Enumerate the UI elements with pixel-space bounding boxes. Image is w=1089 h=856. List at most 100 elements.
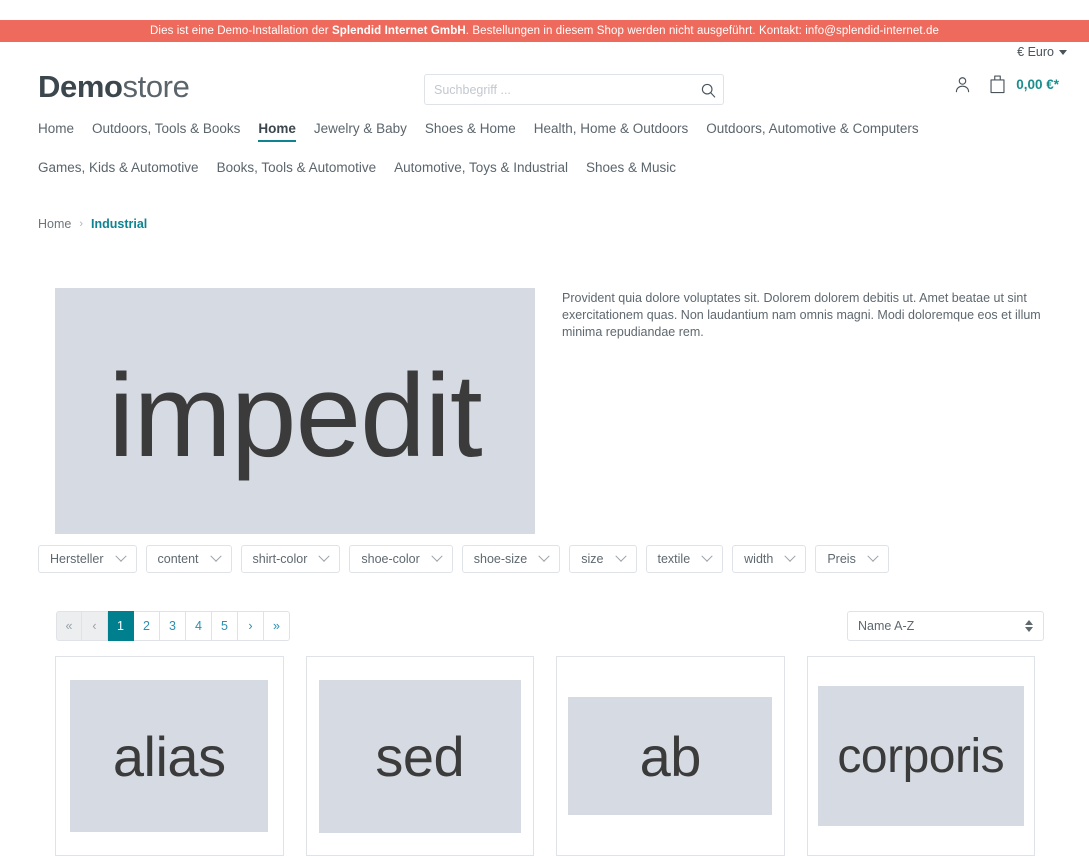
chevron-down-icon [701,550,713,562]
filter-button-textile[interactable]: textile [645,545,724,573]
sort-updown-icon [1025,620,1033,632]
filter-label: Hersteller [50,552,104,566]
product-card[interactable]: sed [305,656,534,856]
main-navigation: Home Outdoors, Tools & Books Home Jewelry &… [0,120,1089,181]
nav-item-books-tools-automotive[interactable]: Books, Tools & Automotive [217,159,394,181]
pagination-prev-button[interactable]: ‹ [82,611,108,641]
logo-bold-part: Demo [38,69,123,104]
category-hero-placeholder-text: impedit [108,349,482,482]
nav-item-home[interactable]: Home [38,120,91,142]
chevron-down-icon [784,550,797,562]
product-image: ab [568,697,773,815]
filter-button-shoe-size[interactable]: shoe-size [461,545,561,573]
nav-item-shoes-music[interactable]: Shoes & Music [586,159,693,181]
search-input[interactable] [434,75,689,104]
breadcrumb-item-home[interactable]: Home [38,217,71,231]
sorting-selected-value: Name A-Z [858,619,915,633]
product-name: corporis [837,729,1005,783]
nav-item-health-home-outdoors[interactable]: Health, Home & Outdoors [534,120,706,142]
pagination-page-5-button[interactable]: 5 [212,611,238,641]
nav-item-automotive-toys-industrial[interactable]: Automotive, Toys & Industrial [394,159,585,181]
demo-installation-banner: Dies ist eine Demo-Installation der Sple… [0,20,1089,42]
product-card[interactable]: alias [55,656,284,856]
banner-company-name: Splendid Internet GmbH [331,25,466,37]
pagination-page-3-button[interactable]: 3 [160,611,186,641]
filter-button-width[interactable]: width [732,545,807,573]
product-image: alias [70,680,269,832]
filter-label: shirt-color [252,552,308,566]
filter-button-shoe-color[interactable]: shoe-color [349,545,453,573]
banner-middle: . Bestellungen in diesem Shop werden nic… [465,25,806,37]
nav-item-label: Jewelry & Baby [313,121,407,136]
nav-item-label: Outdoors, Automotive & Computers [706,121,919,136]
filter-label: Preis [827,552,856,566]
chevron-down-icon [538,550,550,562]
search-icon [701,83,715,98]
logo-light-part: store [122,69,190,104]
pagination-page-2-button[interactable]: 2 [134,611,160,641]
nav-row-2: Games, Kids & Automotive Books, Tools & A… [0,159,1089,181]
search-submit-button[interactable] [697,79,719,101]
product-card[interactable]: ab [556,656,785,856]
breadcrumb-separator-icon: › [79,218,84,230]
pagination-page-4-button[interactable]: 4 [186,611,212,641]
nav-item-label: Home [258,121,296,136]
banner-prefix: Dies ist eine Demo-Installation der [150,25,332,37]
nav-item-label: Automotive, Toys & Industrial [394,160,569,175]
product-image: sed [318,679,521,833]
product-listing: alias sed ab corporis [55,656,1035,856]
nav-item-shoes-home[interactable]: Shoes & Home [425,120,533,142]
nav-item-label: Home [38,121,75,136]
nav-item-label: Books, Tools & Automotive [216,160,377,175]
product-card[interactable]: corporis [806,656,1035,856]
pagination-first-button[interactable]: « [56,611,82,641]
search-bar[interactable] [424,74,724,105]
pagination-last-button[interactable]: » [264,611,290,641]
breadcrumb-item-current: Industrial [91,217,148,231]
category-hero-image: impedit [55,288,535,534]
account-button[interactable] [953,75,972,94]
nav-item-label: Games, Kids & Automotive [38,160,199,175]
pagination-next-button[interactable]: › [238,611,264,641]
filter-label: size [581,552,604,566]
store-logo[interactable]: Demostore [38,67,190,107]
filter-button-preis[interactable]: Preis [815,545,889,573]
sorting-select[interactable]: Name A-Z [847,611,1044,641]
nav-item-jewelry-baby[interactable]: Jewelry & Baby [314,120,424,142]
filter-button-content[interactable]: content [145,545,232,573]
filter-button-shirt-color[interactable]: shirt-color [240,545,341,573]
filter-label: width [744,552,774,566]
cart-button[interactable]: 0,00 €* [988,74,1059,94]
chevron-down-icon [431,550,443,562]
nav-row-1: Home Outdoors, Tools & Books Home Jewelry &… [0,120,1089,142]
product-image: corporis [817,686,1024,826]
currency-switcher[interactable]: € Euro [1017,45,1067,59]
filter-button-size[interactable]: size [569,545,637,573]
nav-item-label: Shoes & Home [424,121,516,136]
filter-label: content [157,552,199,566]
header-actions: 0,00 €* [953,74,1059,94]
user-icon [956,76,970,92]
chevron-down-icon [867,550,879,562]
chevron-down-icon [114,550,127,562]
filter-button-hersteller[interactable]: Hersteller [38,545,137,573]
nav-item-outdoors-tools-books[interactable]: Outdoors, Tools & Books [92,120,257,142]
nav-item-games-kids-automotive[interactable]: Games, Kids & Automotive [38,159,216,181]
cart-total-amount: 0,00 €* [1016,76,1059,92]
chevron-down-icon [209,550,222,562]
banner-contact-email[interactable]: info@splendid-internet.de [805,25,939,37]
product-name: ab [639,724,702,788]
product-name: alias [112,724,226,788]
nav-item-home[interactable]: Home [258,120,313,142]
top-utility-bar: € Euro [0,42,1089,66]
bag-icon [990,75,1005,94]
filter-label: shoe-color [361,552,420,566]
filter-label: textile [657,552,691,566]
pagination-page-1-button[interactable]: 1 [108,611,134,641]
filter-panel: Hersteller content shirt-color shoe-color sh… [38,545,889,573]
category-description: Provident quia dolore voluptates sit. Do… [562,291,1041,339]
nav-item-outdoors-automotive-computers[interactable]: Outdoors, Automotive & Computers [706,120,935,142]
pagination-top: «‹ 1 2 3 4 5 ›» [56,611,290,641]
nav-item-label: Shoes & Music [586,160,677,175]
chevron-down-icon [614,550,627,562]
